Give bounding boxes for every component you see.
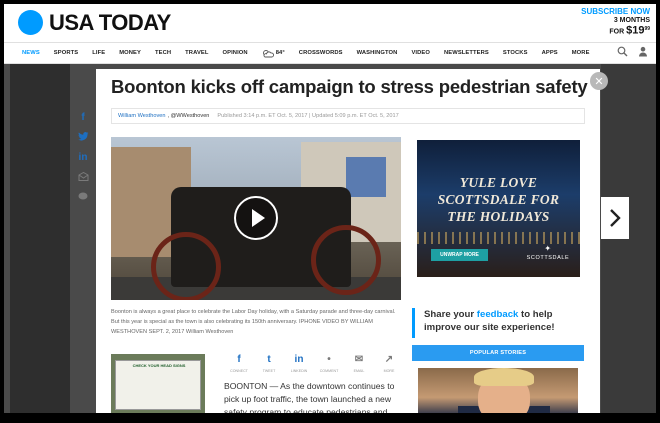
share-label: LINKEDIN — [290, 369, 308, 373]
facebook-icon: f — [237, 354, 241, 365]
nav-item-money[interactable]: MONEY — [119, 50, 141, 56]
story-image-hair — [474, 368, 534, 386]
nav-item-stocks[interactable]: STOCKS — [503, 50, 528, 56]
nav-item-opinion[interactable]: OPINION — [223, 50, 248, 56]
logo-dot-icon[interactable] — [18, 10, 43, 35]
share-label: TWEET — [262, 369, 276, 373]
share-facebook[interactable]: f CONNECT — [226, 354, 252, 373]
share-email[interactable]: ✉ EMAIL — [346, 354, 372, 373]
partly-cloudy-icon — [262, 49, 274, 57]
ad-brand-icon: ✦ — [544, 244, 552, 253]
article-thumbnail[interactable]: CHECK YOUR HEAD SIGNS — [111, 354, 205, 413]
share-rail: f in — [72, 112, 94, 204]
share-label: MORE — [383, 369, 395, 373]
site-header: USA TODAY SUBSCRIBE NOW 3 MONTHS FOR $19… — [4, 4, 656, 42]
ad-brand-name: SCOTTSDALE — [526, 255, 570, 261]
nav-item-washington[interactable]: WASHINGTON — [357, 50, 398, 56]
search-icon[interactable] — [617, 46, 628, 60]
feedback-prompt: Share your feedback to help improve our … — [412, 308, 582, 338]
nav-item-tech[interactable]: TECH — [155, 50, 171, 56]
share-more[interactable]: ↗ MORE — [376, 354, 402, 373]
share-label: EMAIL — [353, 369, 365, 373]
subscribe-promo[interactable]: SUBSCRIBE NOW 3 MONTHS FOR $1999 — [581, 7, 650, 36]
article-body: BOONTON — As the downtown continues to p… — [224, 381, 395, 417]
video-wheel-left — [151, 232, 221, 300]
feedback-link[interactable]: feedback — [477, 309, 519, 320]
chevron-right-icon[interactable] — [601, 197, 629, 239]
article-headline: Boonton kicks off campaign to stress ped… — [111, 76, 588, 97]
ad-headline-line3: THE HOLIDAYS — [447, 209, 550, 224]
thumbnail-sign: CHECK YOUR HEAD SIGNS — [115, 360, 201, 410]
nav-item-sports[interactable]: SPORTS — [54, 50, 78, 56]
nav-item-crosswords[interactable]: CROSSWORDS — [299, 50, 343, 56]
email-icon[interactable] — [72, 171, 94, 184]
browser-frame: USA TODAY SUBSCRIBE NOW 3 MONTHS FOR $19… — [0, 0, 660, 423]
video-building-blue — [346, 157, 386, 197]
ad-headline-line2: SCOTTSDALE FOR — [437, 192, 560, 207]
ad-cta-button[interactable]: UNWRAP MORE — [431, 249, 488, 261]
ad-headline-line1: YULE LOVE — [459, 175, 538, 190]
article-share-row: f CONNECT t TWEET in LINKEDIN • COMMENT … — [226, 354, 402, 373]
share-more-icon: ↗ — [384, 354, 394, 365]
nav-item-news[interactable]: NEWS — [22, 50, 40, 56]
author-link[interactable]: William Westhoven — [118, 113, 165, 119]
user-icon[interactable] — [638, 46, 648, 60]
share-label: CONNECT — [230, 369, 248, 373]
facebook-icon[interactable]: f — [72, 112, 94, 124]
video-caption: Boonton is always a great place to celeb… — [111, 309, 396, 335]
comment-icon: • — [327, 354, 331, 365]
nav-item-video[interactable]: VIDEO — [411, 50, 430, 56]
nav-item-more[interactable]: MORE — [572, 50, 590, 56]
thumbnail-sign-text: CHECK YOUR HEAD SIGNS — [132, 363, 186, 368]
linkedin-icon[interactable]: in — [72, 152, 94, 164]
main-nav: NEWS SPORTS LIFE MONEY TECH TRAVEL OPINI… — [4, 42, 656, 64]
nav-item-life[interactable]: LIFE — [92, 50, 105, 56]
nav-weather[interactable]: 84° — [262, 49, 285, 58]
linkedin-icon: in — [294, 354, 304, 365]
comment-icon[interactable] — [72, 192, 94, 204]
nav-item-newsletters[interactable]: NEWSLETTERS — [444, 50, 489, 56]
twitter-icon: t — [267, 354, 271, 365]
video-wheel-right — [311, 225, 381, 295]
subscribe-label: SUBSCRIBE NOW — [581, 7, 650, 16]
popular-stories-header: POPULAR STORIES — [412, 345, 584, 361]
ad-brand: ✦ SCOTTSDALE — [522, 244, 574, 261]
share-linkedin[interactable]: in LINKEDIN — [286, 354, 312, 373]
play-icon[interactable] — [234, 196, 278, 240]
video-player[interactable] — [111, 137, 401, 300]
site-logo[interactable]: USA TODAY — [49, 10, 171, 36]
share-comment[interactable]: • COMMENT — [316, 354, 342, 373]
nav-item-apps[interactable]: APPS — [542, 50, 558, 56]
nav-item-travel[interactable]: TRAVEL — [185, 50, 208, 56]
backdrop-right-panel — [601, 64, 656, 413]
nav-utility-icons — [617, 46, 648, 60]
popular-story-image[interactable] — [418, 368, 578, 413]
backdrop-left-panel — [10, 64, 70, 413]
article-byline: William Westhoven , @WWesthoven Publishe… — [111, 108, 585, 124]
subscribe-price: FOR $1999 — [609, 24, 650, 37]
close-icon[interactable]: ✕ — [590, 72, 608, 90]
advertisement[interactable]: YULE LOVE SCOTTSDALE FOR THE HOLIDAYS UN… — [417, 140, 580, 277]
ad-headline: YULE LOVE SCOTTSDALE FOR THE HOLIDAYS — [417, 174, 580, 225]
publish-timestamp: Published 3:14 p.m. ET Oct. 5, 2017 | Up… — [217, 113, 399, 119]
ad-lights-decoration — [417, 232, 580, 244]
twitter-icon[interactable] — [72, 132, 94, 144]
feedback-prefix: Share your — [424, 309, 477, 320]
weather-temp: 84° — [275, 50, 285, 56]
share-label: COMMENT — [319, 369, 339, 373]
share-twitter[interactable]: t TWEET — [256, 354, 282, 373]
email-icon: ✉ — [354, 354, 364, 365]
author-handle[interactable]: , @WWesthoven — [167, 113, 209, 119]
